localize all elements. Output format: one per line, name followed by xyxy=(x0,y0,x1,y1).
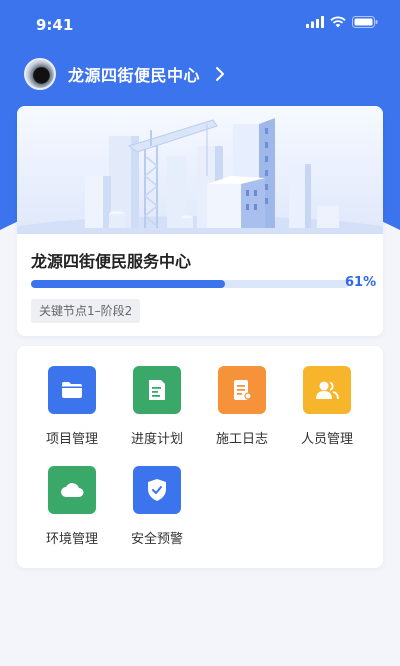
shield-icon-tile[interactable] xyxy=(133,466,181,514)
status-time: 9:41 xyxy=(36,16,74,34)
shield-icon xyxy=(148,479,166,501)
menu-item-environment[interactable]: 环境管理 xyxy=(29,466,115,556)
menu-item-schedule[interactable]: 进度计划 xyxy=(114,366,200,456)
people-icon xyxy=(316,381,339,400)
chevron-right-icon[interactable] xyxy=(212,66,228,82)
log-icon-tile[interactable] xyxy=(218,366,266,414)
status-bar: 9:41 xyxy=(0,0,400,50)
header-title[interactable]: 龙源四街便民中心 xyxy=(68,62,200,86)
cloud-icon xyxy=(61,483,84,497)
cloud-icon-tile[interactable] xyxy=(48,466,96,514)
people-icon-tile[interactable] xyxy=(303,366,351,414)
menu-item-label: 项目管理 xyxy=(45,432,98,447)
header[interactable]: 龙源四街便民中心 xyxy=(24,56,228,92)
signal-icon xyxy=(306,16,324,28)
wifi-icon xyxy=(330,16,346,28)
menu-item-safety-alert[interactable]: 安全预警 xyxy=(114,466,200,556)
menu-grid: 项目管理 进度计划 施工日志 人员管理 环境管理 安全预警 xyxy=(17,346,383,568)
folder-icon-tile[interactable] xyxy=(48,366,96,414)
menu-item-project-management[interactable]: 项目管理 xyxy=(29,366,115,456)
menu-item-construction-log[interactable]: 施工日志 xyxy=(199,366,285,456)
document-icon xyxy=(149,380,165,400)
menu-item-label: 施工日志 xyxy=(215,432,268,447)
battery-icon xyxy=(352,16,378,28)
project-card[interactable]: 龙源四街便民服务中心 61% 关键节点1–阶段2 xyxy=(17,106,383,336)
project-title: 龙源四街便民服务中心 xyxy=(31,252,192,271)
menu-item-label: 环境管理 xyxy=(45,532,98,547)
progress-bar xyxy=(31,280,349,288)
menu-item-personnel[interactable]: 人员管理 xyxy=(284,366,370,456)
folder-icon xyxy=(62,382,82,398)
progress-fill xyxy=(31,280,225,288)
construction-banner-image xyxy=(17,106,383,234)
menu-item-label: 人员管理 xyxy=(300,432,353,447)
document-icon-tile[interactable] xyxy=(133,366,181,414)
avatar[interactable] xyxy=(24,58,56,90)
progress-percent: 61% xyxy=(345,275,377,290)
menu-item-label: 进度计划 xyxy=(130,432,183,447)
stage-tag: 关键节点1–阶段2 xyxy=(31,299,141,323)
log-icon xyxy=(234,380,252,400)
menu-item-label: 安全预警 xyxy=(130,532,183,547)
